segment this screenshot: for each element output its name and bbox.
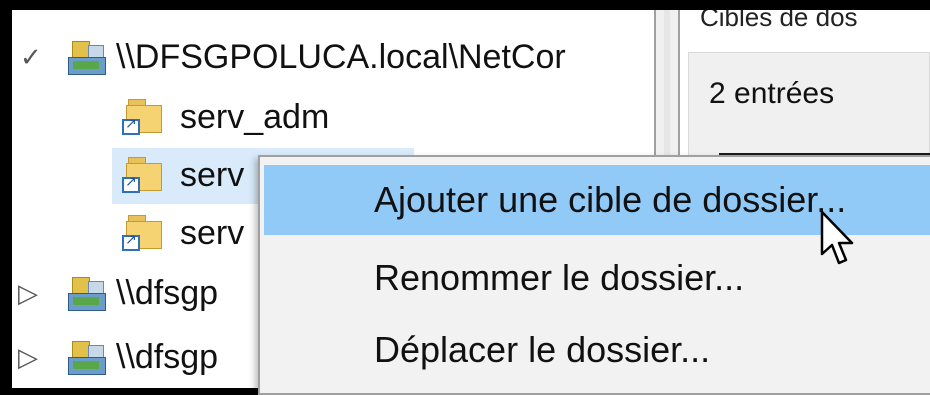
tree-node-folder-serv-adm[interactable]: serv_adm	[112, 90, 412, 146]
tree-node-label: serv	[180, 214, 245, 252]
menu-item-move-folder[interactable]: Déplacer le dossier...	[264, 315, 930, 385]
tree-node-label: \\dfsgp	[116, 338, 219, 376]
window-frame: ✓ \\DFSGPOLUCA.local\NetCor serv_adm ser…	[0, 0, 930, 395]
folder-shortcut-icon	[122, 99, 162, 137]
context-menu: Ajouter une cible de dossier... Renommer…	[258, 155, 930, 395]
menu-item-label: Déplacer le dossier...	[374, 329, 711, 370]
collapse-icon[interactable]: ✓	[20, 42, 42, 73]
namespace-icon	[68, 341, 108, 375]
tree-node-root-namespace[interactable]: ✓ \\DFSGPOLUCA.local\NetCor	[12, 30, 654, 86]
mouse-pointer-icon	[820, 210, 854, 265]
expand-icon[interactable]: ▷	[18, 342, 38, 373]
namespace-icon	[68, 277, 108, 311]
tree-node-label: \\dfsgp	[116, 274, 219, 312]
entries-count: 2 entrées	[709, 77, 835, 110]
menu-item-label: Renommer le dossier...	[374, 257, 745, 298]
folder-shortcut-icon	[122, 157, 162, 195]
menu-item-label: Ajouter une cible de dossier...	[374, 179, 847, 220]
folder-shortcut-icon	[122, 215, 162, 253]
tree-node-label: serv	[180, 156, 245, 194]
details-header: Cibles de dos	[680, 10, 930, 42]
tree-node-label: serv_adm	[180, 98, 330, 136]
tree-node-label: \\DFSGPOLUCA.local\NetCor	[116, 38, 566, 76]
expand-icon[interactable]: ▷	[18, 278, 38, 309]
namespace-icon	[68, 41, 108, 75]
